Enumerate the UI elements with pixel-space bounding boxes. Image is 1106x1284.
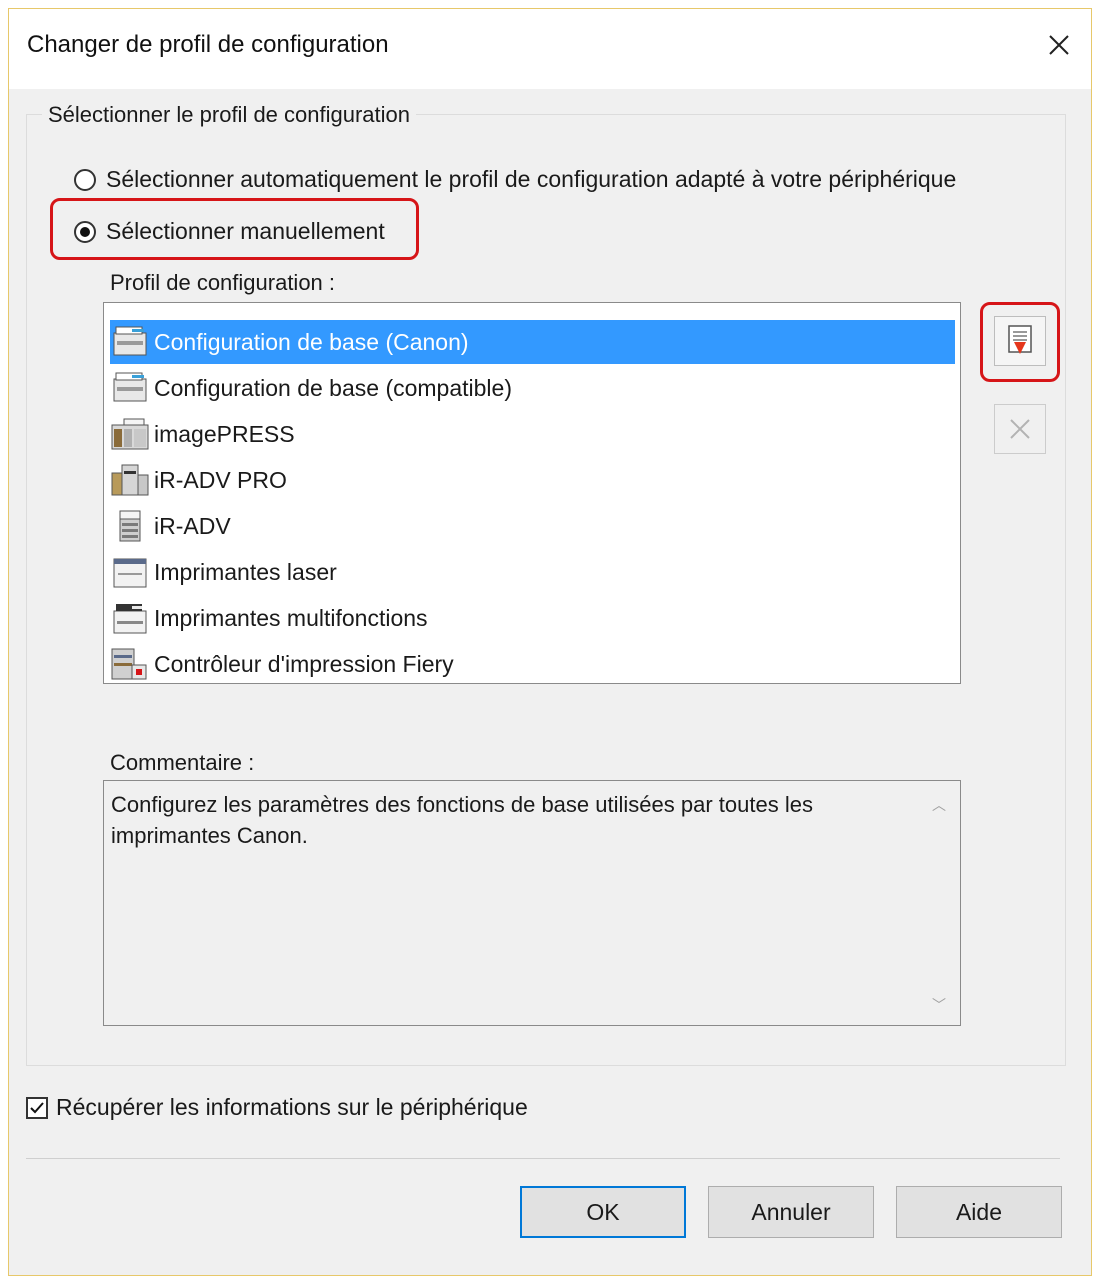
list-item-label: Configuration de base (compatible)	[154, 374, 512, 401]
dialog-title: Changer de profil de configuration	[27, 31, 389, 58]
comment-label: Commentaire :	[110, 750, 255, 775]
delete-icon	[1010, 419, 1030, 439]
fiery-controller-icon	[111, 648, 147, 680]
list-item-label: imagePRESS	[154, 420, 295, 447]
help-button[interactable]: Aide	[896, 1186, 1062, 1238]
radio-auto-circle[interactable]	[74, 168, 96, 191]
cancel-button[interactable]: Annuler	[708, 1186, 874, 1238]
list-item[interactable]: iR-ADV	[110, 504, 955, 548]
production-printer-icon	[111, 464, 149, 496]
checkmark-icon	[30, 1101, 44, 1113]
list-item[interactable]: Imprimantes multifonctions	[110, 596, 955, 640]
device-info-checkbox[interactable]	[26, 1096, 48, 1119]
list-item[interactable]: Configuration de base (compatible)	[110, 366, 955, 410]
profile-listbox[interactable]: Configuration de base (Canon) Configurat…	[103, 302, 961, 684]
list-item-label: Configuration de base (Canon)	[154, 328, 469, 355]
comment-text: Configurez les paramètres des fonctions …	[111, 792, 813, 848]
title-bar: Changer de profil de configuration	[9, 9, 1091, 89]
radio-manual-circle[interactable]	[74, 220, 96, 243]
delete-profile-button[interactable]	[994, 404, 1046, 454]
multifunction-printer-icon	[113, 372, 147, 402]
radio-manual-select[interactable]: Sélectionner manuellement	[74, 218, 385, 245]
multifunction-printer-icon	[113, 326, 147, 356]
import-icon	[1008, 325, 1032, 354]
group-legend: Sélectionner le profil de configuration	[42, 102, 417, 128]
import-profile-button[interactable]	[994, 316, 1046, 366]
list-item-label: iR-ADV PRO	[154, 466, 287, 493]
list-item-label: Imprimantes laser	[154, 558, 337, 585]
radio-auto-select[interactable]: Sélectionner automatiquement le profil d…	[74, 166, 956, 193]
divider	[26, 1158, 1060, 1159]
multifunction-printer-icon	[113, 604, 147, 634]
radio-manual-label: Sélectionner manuellement	[106, 218, 385, 244]
ok-button[interactable]: OK	[520, 1186, 686, 1238]
copier-icon	[119, 510, 141, 542]
list-item-label: iR-ADV	[154, 512, 231, 539]
device-info-label: Récupérer les informations sur le périph…	[56, 1094, 528, 1120]
profile-list-label: Profil de configuration :	[110, 270, 336, 295]
list-item-label: Contrôleur d'impression Fiery	[154, 650, 454, 677]
production-press-icon	[111, 418, 149, 450]
list-item[interactable]: Imprimantes laser	[110, 550, 955, 594]
list-item[interactable]: Contrôleur d'impression Fiery	[110, 642, 955, 686]
laser-printer-icon	[113, 558, 147, 588]
list-item[interactable]: iR-ADV PRO	[110, 458, 955, 502]
close-button[interactable]	[1035, 23, 1083, 67]
scroll-down-icon[interactable]: ﹀	[932, 995, 946, 1015]
list-item-label: Imprimantes multifonctions	[154, 604, 428, 631]
device-info-checkbox-row[interactable]: Récupérer les informations sur le périph…	[26, 1094, 528, 1121]
list-item[interactable]: imagePRESS	[110, 412, 955, 456]
scroll-up-icon[interactable]: ︿	[932, 795, 946, 815]
list-item[interactable]: Configuration de base (Canon)	[110, 320, 955, 364]
radio-auto-label: Sélectionner automatiquement le profil d…	[106, 166, 957, 192]
close-icon	[1049, 35, 1069, 55]
comment-textarea[interactable]: Configurez les paramètres des fonctions …	[103, 780, 961, 1026]
